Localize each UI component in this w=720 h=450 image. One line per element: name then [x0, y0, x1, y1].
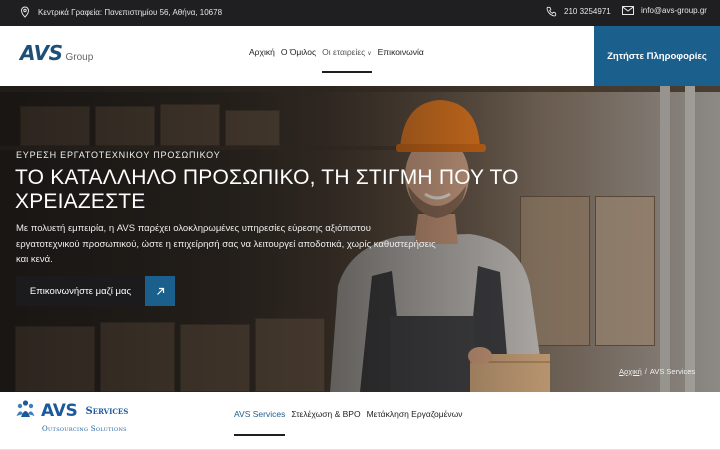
nav-label-group: Ο Όμιλος — [280, 47, 317, 57]
nav-item-contact[interactable]: Επικοινωνία — [378, 47, 424, 72]
hero-banner: ΕΥΡΕΣΗ ΕΡΓΑΤΟΤΕΧΝΙΚΟΥ ΠΡΟΣΩΠΙΚΟΥ ΤΟ ΚΑΤΑ… — [0, 86, 720, 392]
hero-description: Με πολυετή εμπειρία, η AVS παρέχει ολοκλ… — [16, 223, 436, 265]
services-nav: AVS Services Στελέχωση & BPO Μετάκληση Ε… — [234, 409, 463, 436]
avs-services-logo[interactable]: AVS Services Outsourcing Solutions — [16, 399, 128, 433]
hero-headline: ΤΟ ΚΑΤΑΛΛΗΛΟ ΠΡΟΣΩΠΙΚΟ, ΤΗ ΣΤΙΓΜΗ ΠΟΥ ΤΟ… — [15, 166, 519, 213]
tab-avs-services[interactable]: AVS Services — [234, 409, 286, 436]
chevron-down-icon: ∨ — [367, 51, 372, 57]
main-nav: Αρχική Ο Όμιλος Οι εταιρείες ∨ Επικοινωνί… — [249, 47, 424, 73]
services-logo-tagline: Outsourcing Solutions — [42, 425, 127, 433]
location-pin-icon — [20, 6, 30, 18]
nav-label-companies: Οι εταιρείες — [322, 47, 366, 57]
request-info-button[interactable]: Ζητήστε Πληροφορίες — [594, 26, 720, 86]
breadcrumb-home-link[interactable]: Αρχική — [619, 367, 642, 376]
phone-text: 210 3254971 — [564, 7, 611, 16]
email-text: info@avs-group.gr — [641, 6, 707, 15]
envelope-icon — [622, 6, 634, 15]
breadcrumb: Αρχική / AVS Services — [619, 367, 695, 376]
services-logo-main: AVS — [41, 401, 78, 421]
phone-link[interactable]: 210 3254971 — [546, 6, 611, 17]
tab-staffing-bpo[interactable]: Στελέχωση & BPO — [291, 409, 360, 436]
breadcrumb-separator: / — [644, 367, 647, 376]
tab-label-avs-services: AVS Services — [234, 409, 286, 419]
tab-worker-invitation[interactable]: Μετάκληση Εργαζομένων — [367, 409, 463, 436]
hero-kicker: ΕΥΡΕΣΗ ΕΡΓΑΤΟΤΕΧΝΙΚΟΥ ΠΡΟΣΩΠΙΚΟΥ — [16, 150, 221, 160]
nav-item-home[interactable]: Αρχική — [249, 47, 275, 72]
logo-sub-text: Group — [65, 52, 94, 63]
people-emblem-icon — [16, 399, 35, 423]
logo-main-text: AVS — [20, 41, 63, 65]
tab-label-staffing-bpo: Στελέχωση & BPO — [291, 409, 361, 419]
contact-us-button[interactable]: Επικοινωνήστε μαζί μας — [16, 276, 175, 306]
email-link[interactable]: info@avs-group.gr — [622, 6, 707, 15]
tab-label-worker-invitation: Μετάκληση Εργαζομένων — [366, 409, 463, 419]
address-text: Κεντρικά Γραφεία: Πανεπιστημίου 56, Αθήν… — [38, 7, 223, 17]
contact-us-label: Επικοινωνήστε μαζί μας — [16, 276, 145, 306]
nav-label-contact: Επικοινωνία — [377, 47, 424, 57]
breadcrumb-current: AVS Services — [649, 367, 696, 376]
nav-item-companies[interactable]: Οι εταιρείες ∨ — [322, 47, 372, 73]
nav-item-group[interactable]: Ο Όμιλος — [281, 47, 316, 72]
avs-group-logo[interactable]: AVS Group — [20, 41, 93, 65]
arrow-up-right-icon — [145, 276, 175, 306]
address-block: Κεντρικά Γραφεία: Πανεπιστημίου 56, Αθήν… — [20, 6, 222, 18]
services-subheader: AVS Services Outsourcing Solutions AVS S… — [0, 392, 720, 450]
phone-icon — [546, 6, 557, 17]
top-info-bar: Κεντρικά Γραφεία: Πανεπιστημίου 56, Αθήν… — [0, 0, 720, 26]
services-logo-word: Services — [85, 405, 129, 417]
request-info-label: Ζητήστε Πληροφορίες — [607, 50, 707, 62]
nav-label-home: Αρχική — [249, 47, 275, 57]
